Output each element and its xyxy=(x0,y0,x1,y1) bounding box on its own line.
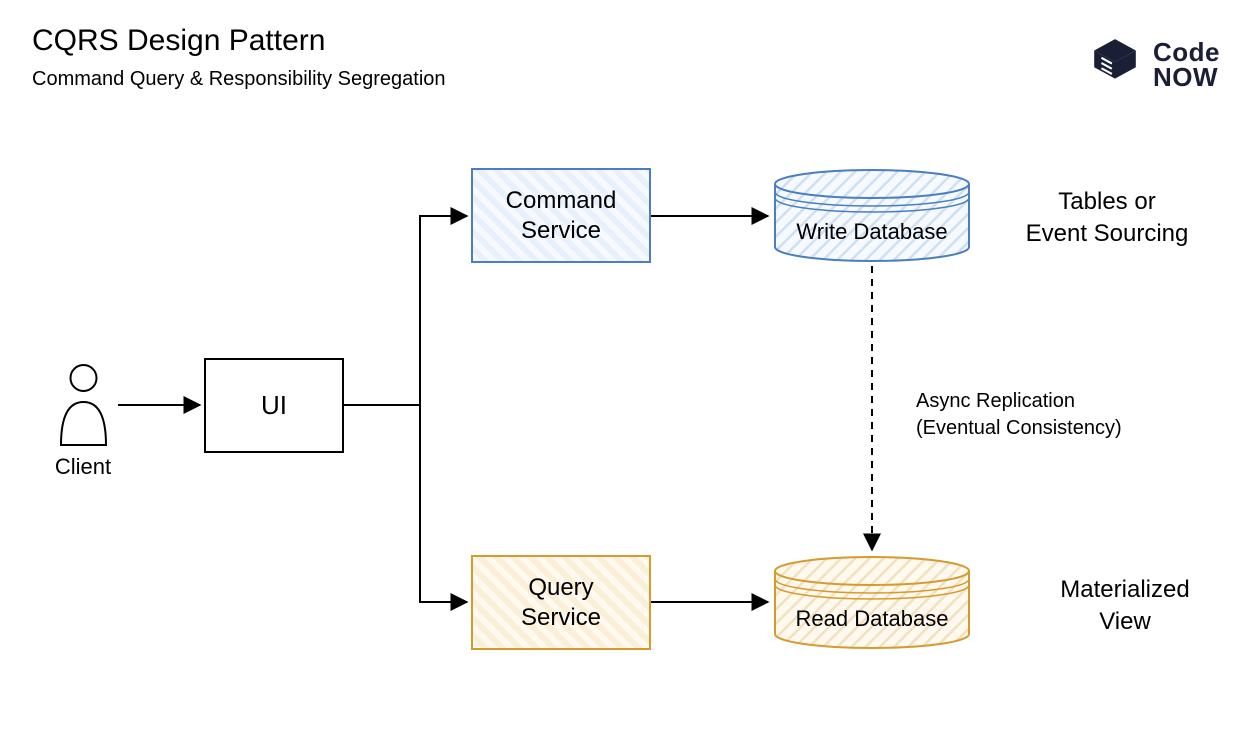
arrow-ui-to-query xyxy=(344,405,467,602)
client-label: Client xyxy=(38,454,128,480)
read-database-node: Read Database xyxy=(772,555,972,650)
write-db-annotation: Tables or Event Sourcing xyxy=(1002,186,1212,251)
write-database-label: Write Database xyxy=(772,219,972,245)
command-service-node: Command Service xyxy=(471,168,651,263)
person-icon xyxy=(56,362,111,452)
stack-icon xyxy=(1089,36,1141,93)
read-db-annotation: Materialized View xyxy=(1040,574,1210,639)
query-service-label: Query Service xyxy=(521,573,601,633)
arrow-ui-to-command xyxy=(344,216,467,405)
diagram-subtitle: Command Query & Responsibility Segregati… xyxy=(32,68,446,91)
read-database-label: Read Database xyxy=(772,606,972,632)
codenow-logo: CodeNOW xyxy=(1089,36,1220,93)
logo-text: CodeNOW xyxy=(1153,40,1220,89)
ui-node-label: UI xyxy=(261,389,287,422)
replication-annotation: Async Replication (Eventual Consistency) xyxy=(916,388,1122,442)
write-database-node: Write Database xyxy=(772,168,972,263)
diagram-title: CQRS Design Pattern xyxy=(32,24,325,58)
command-service-label: Command Service xyxy=(506,186,617,246)
query-service-node: Query Service xyxy=(471,555,651,650)
ui-node: UI xyxy=(204,358,344,453)
